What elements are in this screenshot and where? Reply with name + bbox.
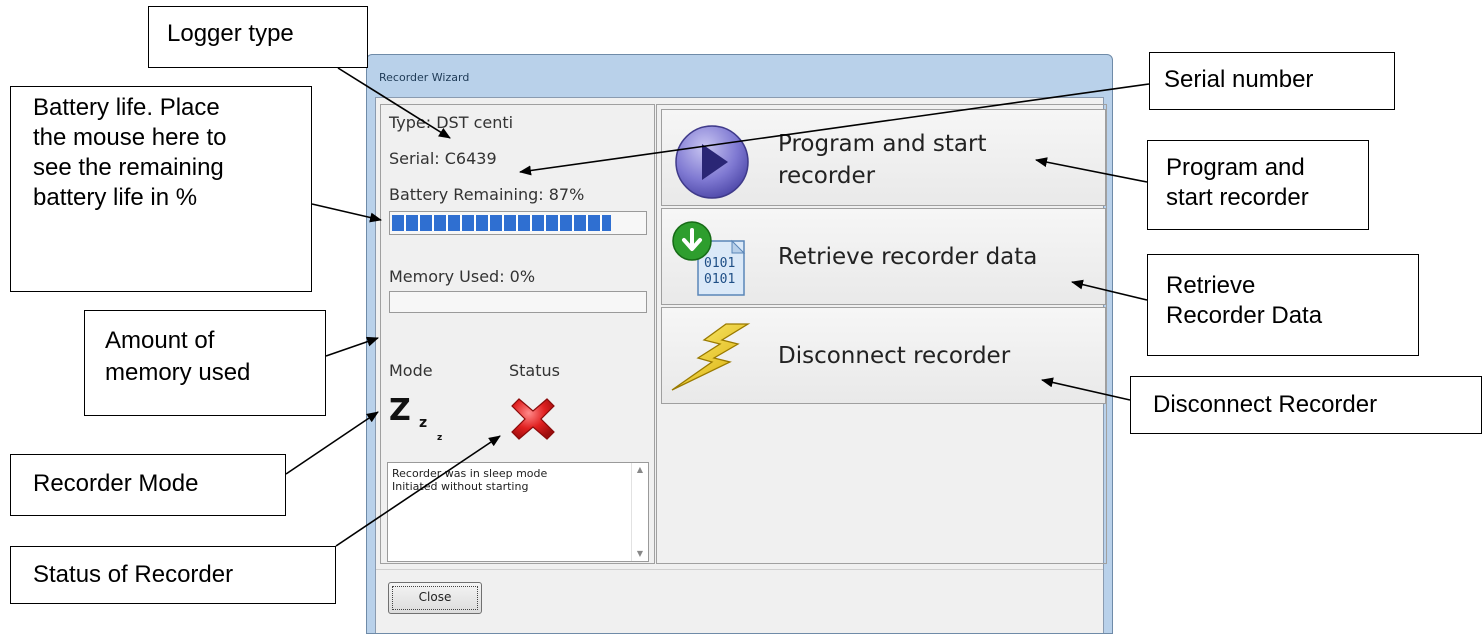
arrow-program	[1035, 157, 1148, 183]
arrow-status	[335, 435, 501, 547]
arrow-memory	[325, 336, 379, 357]
callout-arrows	[285, 67, 1150, 547]
arrow-retrieve	[1071, 279, 1148, 301]
arrow-logger-type	[337, 67, 451, 139]
arrow-disconnect	[1041, 377, 1131, 401]
arrow-mode	[285, 411, 379, 475]
arrow-battery	[311, 203, 382, 223]
arrow-serial-number	[519, 83, 1150, 176]
